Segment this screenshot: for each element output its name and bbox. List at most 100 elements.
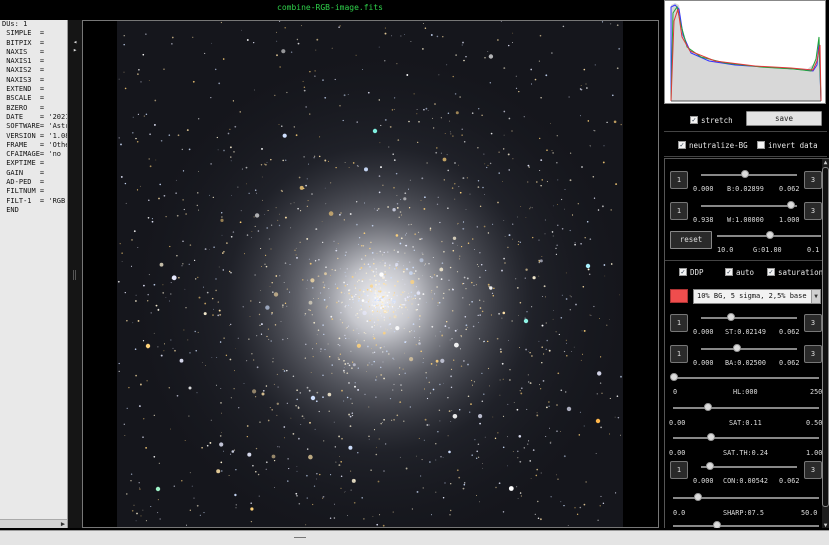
- arrow-down-icon[interactable]: ▼: [822, 522, 829, 528]
- fits-header-line: DATE = '2021-: [2, 112, 68, 121]
- chevron-down-icon[interactable]: ▼: [811, 290, 820, 303]
- hl-slider-handle[interactable]: [670, 373, 678, 381]
- w-value-label: W:1.00000: [727, 216, 764, 224]
- ba-slider-handle[interactable]: [733, 344, 741, 352]
- neutralize-row: ✓ neutralize-BG invert data: [662, 138, 829, 154]
- saturation-label: saturation: [778, 267, 824, 277]
- w-step-right-button[interactable]: 3: [804, 202, 822, 220]
- divider-grip[interactable]: [73, 270, 76, 280]
- invert-data-label: invert data: [768, 140, 818, 150]
- fits-header-line: NAXIS1 =: [2, 57, 45, 66]
- st-slider-handle[interactable]: [727, 313, 735, 321]
- vertical-scrollbar[interactable]: ▲ ▼: [822, 159, 829, 528]
- fits-header-line: NAXIS2 =: [2, 66, 45, 75]
- ddp-preset-select[interactable]: 10% BG, 5 sigma, 2,5% base ▼: [693, 289, 821, 304]
- b-step-left-button[interactable]: 1: [670, 171, 688, 189]
- fits-header-lines: DUs: 1 SIMPLE = BITPIX = NAXIS = NAXIS1 …: [0, 20, 67, 215]
- sat-slider-track[interactable]: [673, 407, 819, 409]
- splitter-grip[interactable]: [294, 537, 306, 538]
- invert-data-checkbox[interactable]: [757, 141, 765, 149]
- g-min-value: 10.0: [717, 246, 734, 254]
- stretch-checkbox[interactable]: ✓: [690, 116, 698, 124]
- ddp-checkbox[interactable]: ✓: [679, 268, 687, 276]
- b-slider-handle[interactable]: [741, 170, 749, 178]
- ba-min-value: 0.000: [693, 359, 714, 367]
- satth-value-label: SAT.TH:0.24: [723, 449, 769, 457]
- st-slider-track[interactable]: [701, 317, 797, 319]
- adjustment-scroll-pane[interactable]: 1 0.000 B:0.02899 0.062 3 1 0.938 W:1.00…: [664, 158, 829, 528]
- con-slider-handle[interactable]: [706, 462, 714, 470]
- con-max-value: 0.062: [779, 477, 800, 485]
- auto-checkbox[interactable]: ✓: [725, 268, 733, 276]
- ba-slider-track[interactable]: [701, 348, 797, 350]
- b-slider-track[interactable]: [701, 174, 797, 176]
- fits-header-line: VERSION = '1.083: [2, 131, 68, 140]
- next-slider-handle[interactable]: [713, 521, 721, 528]
- collapse-left-icon[interactable]: ◂: [73, 38, 77, 46]
- bottom-splitter[interactable]: [0, 530, 829, 545]
- fits-header-line: FRAME = 'Other: [2, 140, 68, 149]
- w-slider-track[interactable]: [701, 205, 797, 207]
- histogram[interactable]: [664, 0, 826, 104]
- fits-header-line: EXTEND =: [2, 85, 45, 94]
- fits-header-line: END: [2, 205, 19, 214]
- fits-header-line: NAXIS =: [2, 47, 45, 56]
- reset-button[interactable]: reset: [670, 231, 712, 249]
- b-step-right-button[interactable]: 3: [804, 171, 822, 189]
- con-slider-track[interactable]: [701, 466, 797, 468]
- sharp-max-value: 50.0: [801, 509, 818, 517]
- scrollbar-thumb[interactable]: [822, 167, 829, 507]
- con-step-left-button[interactable]: 1: [670, 461, 688, 479]
- fits-horizontal-scrollbar[interactable]: ▶: [0, 519, 67, 528]
- separator: [665, 260, 823, 261]
- hl-value-label: HL:000: [733, 388, 758, 396]
- ba-step-right-button[interactable]: 3: [804, 345, 822, 363]
- sharp-value-label: SHARP:07.5: [723, 509, 764, 517]
- sat-max-value: 0.50: [806, 419, 823, 427]
- panel-divider[interactable]: ◂ ▸: [68, 20, 82, 528]
- ba-max-value: 0.062: [779, 359, 800, 367]
- hl-slider-track[interactable]: [673, 377, 819, 379]
- st-min-value: 0.000: [693, 328, 714, 336]
- fits-header-line: CFAIMAGE= 'no: [2, 150, 62, 159]
- g-slider-handle[interactable]: [766, 231, 774, 239]
- satth-slider-handle[interactable]: [707, 433, 715, 441]
- saturation-checkbox[interactable]: ✓: [767, 268, 775, 276]
- fits-header-line: BSCALE =: [2, 94, 45, 103]
- arrow-up-icon[interactable]: ▲: [822, 159, 829, 166]
- con-step-right-button[interactable]: 3: [804, 461, 822, 479]
- scroll-right-icon[interactable]: ▶: [59, 520, 67, 528]
- sat-min-value: 0.00: [669, 419, 686, 427]
- sat-value-label: SAT:0.11: [729, 419, 762, 427]
- next-slider-track[interactable]: [673, 525, 819, 527]
- ba-step-left-button[interactable]: 1: [670, 345, 688, 363]
- fits-header-line: FILTNUM =: [2, 187, 45, 196]
- satth-min-value: 0.00: [669, 449, 686, 457]
- star-cluster-image: [83, 21, 658, 527]
- hl-min-value: 0: [673, 388, 678, 396]
- image-viewer[interactable]: [82, 20, 659, 528]
- satth-slider-track[interactable]: [673, 437, 819, 439]
- st-step-right-button[interactable]: 3: [804, 314, 822, 332]
- ba-value-label: BA:0.02500: [725, 359, 766, 367]
- fits-header-line: DUs: 1: [2, 20, 28, 28]
- neutralize-bg-checkbox[interactable]: ✓: [678, 141, 686, 149]
- sharp-slider-handle[interactable]: [694, 493, 702, 501]
- st-max-value: 0.062: [779, 328, 800, 336]
- sat-slider-handle[interactable]: [704, 403, 712, 411]
- separator: [664, 131, 827, 132]
- stretch-label: stretch: [701, 115, 733, 125]
- save-button[interactable]: save: [746, 111, 822, 126]
- expand-right-icon[interactable]: ▸: [73, 46, 77, 54]
- fits-header-panel[interactable]: DUs: 1 SIMPLE = BITPIX = NAXIS = NAXIS1 …: [0, 20, 68, 528]
- w-step-left-button[interactable]: 1: [670, 202, 688, 220]
- fits-header-line: GAIN =: [2, 168, 45, 177]
- g-max-value: 0.1: [807, 246, 820, 254]
- w-slider-handle[interactable]: [787, 201, 795, 209]
- preset-color-button[interactable]: [670, 289, 688, 303]
- sharp-min-value: 0.0: [673, 509, 686, 517]
- fits-header-line: SIMPLE =: [2, 29, 45, 38]
- st-step-left-button[interactable]: 1: [670, 314, 688, 332]
- fits-header-line: FILT-1 = 'RGB c: [2, 196, 68, 205]
- neutralize-bg-label: neutralize-BG: [689, 140, 748, 150]
